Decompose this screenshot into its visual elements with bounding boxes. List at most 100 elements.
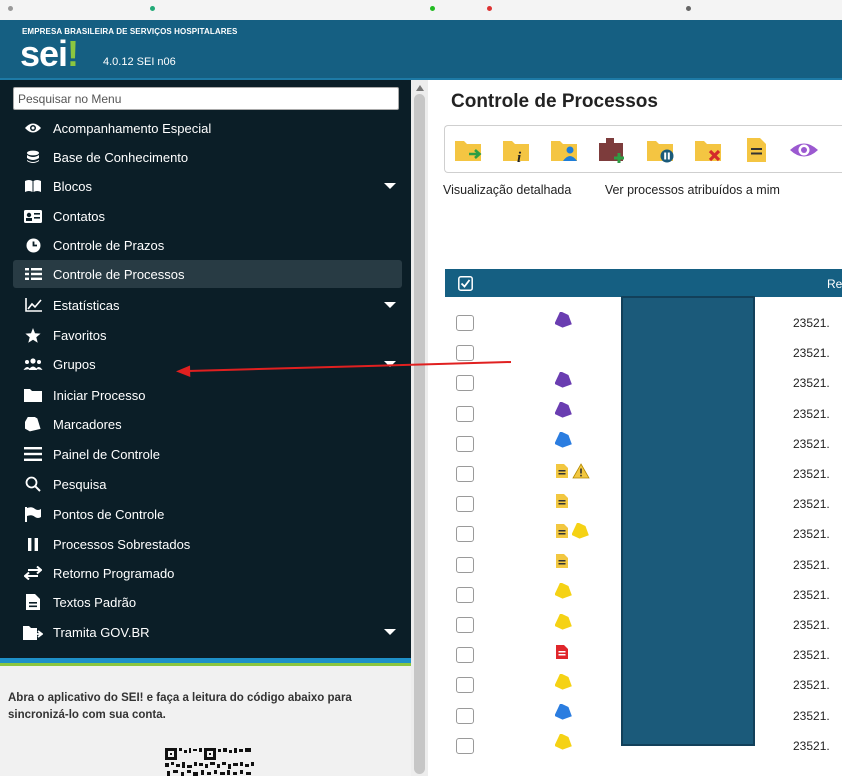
row-markers (554, 703, 575, 725)
folder-pause-icon[interactable] (645, 135, 675, 165)
sidebar-item-marcadores[interactable]: Marcadores (13, 410, 402, 438)
chevron-down-icon[interactable] (384, 361, 396, 367)
folder-arrow-icon[interactable] (453, 135, 483, 165)
row-markers (554, 371, 575, 393)
browser-dot (686, 6, 691, 11)
row-checkbox[interactable] (456, 707, 474, 724)
sidebar-scrollbar[interactable] (411, 80, 428, 776)
column-header-registro[interactable]: Re (827, 277, 842, 291)
blue-tag-icon[interactable] (554, 703, 575, 725)
assigned-to-me-link[interactable]: Ver processos atribuídos a mim (605, 183, 780, 197)
sidebar-item-acompanhamento-especial[interactable]: Acompanhamento Especial (13, 114, 402, 142)
eye-icon[interactable] (789, 135, 819, 165)
sidebar-item-controle-de-processos[interactable]: Controle de Processos (13, 260, 402, 288)
row-checkbox[interactable] (456, 617, 474, 633)
sidebar-item-tramita-gov-br[interactable]: Tramita GOV.BR (13, 618, 402, 646)
sidebar-item-estatisticas[interactable]: Estatísticas (13, 291, 402, 319)
sidebar-item-retorno-programado[interactable]: Retorno Programado (13, 559, 402, 587)
purple-tag-icon[interactable] (554, 401, 575, 423)
process-number-link[interactable]: 23521. (793, 527, 830, 541)
process-number-link[interactable]: 23521. (793, 678, 830, 692)
process-number-link[interactable]: 23521. (793, 467, 830, 481)
yellow-tag-icon[interactable] (554, 582, 575, 604)
process-number-link[interactable]: 23521. (793, 407, 830, 421)
row-checkbox[interactable] (456, 737, 474, 754)
sidebar-item-pesquisa[interactable]: Pesquisa (13, 470, 402, 498)
process-number-link[interactable]: 23521. (793, 739, 830, 753)
row-markers (555, 644, 569, 665)
sidebar-item-controle-de-prazos[interactable]: Controle de Prazos (13, 231, 402, 259)
sidebar-item-label: Painel de Controle (53, 446, 160, 462)
note-icon[interactable] (555, 493, 569, 514)
detailed-view-link[interactable]: Visualização detalhada (443, 183, 571, 197)
bars-icon (23, 446, 43, 462)
process-number-link[interactable]: 23521. (793, 346, 830, 360)
sidebar-item-painel-de-controle[interactable]: Painel de Controle (13, 440, 402, 468)
yellow-tag-icon[interactable] (571, 522, 592, 544)
sidebar-item-textos-padrao[interactable]: Textos Padrão (13, 588, 402, 616)
row-checkbox[interactable] (456, 496, 474, 513)
chevron-down-icon[interactable] (384, 629, 396, 635)
process-number-link[interactable]: 23521. (793, 437, 830, 451)
yellow-tag-icon[interactable] (554, 673, 575, 695)
users-icon (23, 356, 43, 372)
note-icon[interactable] (555, 523, 569, 544)
red-note-icon[interactable] (555, 644, 569, 665)
note-icon[interactable] (741, 135, 771, 165)
yellow-tag-icon[interactable] (554, 612, 575, 635)
row-checkbox[interactable] (456, 526, 474, 543)
process-number-link[interactable]: 23521. (793, 497, 830, 511)
sidebar-item-grupos[interactable]: Grupos (13, 350, 402, 378)
row-checkbox[interactable] (456, 677, 474, 694)
database-icon (23, 149, 43, 165)
scroll-up-arrow-icon[interactable] (416, 85, 424, 91)
sidebar-item-iniciar-processo[interactable]: Iniciar Processo (13, 381, 402, 409)
row-checkbox[interactable] (456, 586, 474, 603)
folder-plus-icon[interactable] (597, 135, 627, 165)
purple-tag-icon[interactable] (554, 310, 575, 333)
process-number-link[interactable]: 23521. (793, 316, 830, 330)
row-checkbox[interactable] (456, 435, 474, 452)
sidebar-item-pontos-de-controle[interactable]: Pontos de Controle (13, 500, 402, 528)
sei-logo[interactable]: sei! (20, 36, 79, 72)
process-number-link[interactable]: 23521. (793, 558, 830, 572)
chevron-down-icon[interactable] (384, 302, 396, 308)
clock-icon (23, 237, 43, 253)
process-number-link[interactable]: 23521. (793, 618, 830, 632)
sidebar-item-base-de-conhecimento[interactable]: Base de Conhecimento (13, 143, 402, 171)
folder-info-icon[interactable]: i (501, 135, 531, 165)
chevron-down-icon[interactable] (384, 183, 396, 189)
sidebar-item-label: Controle de Prazos (53, 237, 165, 253)
sidebar-item-blocos[interactable]: Blocos (13, 172, 402, 200)
row-checkbox[interactable] (456, 466, 474, 482)
process-number-link[interactable]: 23521. (793, 709, 830, 723)
row-checkbox[interactable] (456, 405, 474, 422)
sidebar-item-processos-sobrestados[interactable]: Processos Sobrestados (13, 530, 402, 558)
process-number-link[interactable]: 23521. (793, 376, 830, 390)
blue-tag-icon[interactable] (554, 431, 575, 453)
process-number-link[interactable]: 23521. (793, 588, 830, 602)
row-checkbox[interactable] (456, 647, 474, 664)
note-icon[interactable] (555, 553, 569, 574)
process-number-link[interactable]: 23521. (793, 648, 830, 662)
note-icon[interactable] (555, 463, 569, 484)
sidebar-item-contatos[interactable]: Contatos (13, 202, 402, 230)
row-checkbox[interactable] (456, 556, 474, 573)
sidebar-item-favoritos[interactable]: Favoritos (13, 321, 402, 349)
sidebar-item-label: Favoritos (53, 327, 107, 343)
browser-toolbar-strip (0, 0, 842, 20)
row-checkbox[interactable] (456, 375, 474, 392)
folder-cancel-icon[interactable] (693, 135, 723, 165)
sidebar-item-label: Contatos (53, 208, 106, 224)
row-checkbox[interactable] (456, 315, 474, 331)
select-all-checkbox[interactable] (458, 276, 473, 291)
scrollbar-thumb[interactable] (414, 94, 425, 774)
warning-icon[interactable] (572, 462, 590, 484)
menu-search-input[interactable] (13, 87, 399, 110)
purple-tag-icon[interactable] (554, 371, 575, 393)
row-checkbox[interactable] (456, 345, 474, 362)
book-icon (23, 178, 43, 194)
row-markers (554, 401, 575, 423)
folder-user-icon[interactable] (549, 135, 579, 165)
yellow-tag-icon[interactable] (554, 733, 575, 755)
